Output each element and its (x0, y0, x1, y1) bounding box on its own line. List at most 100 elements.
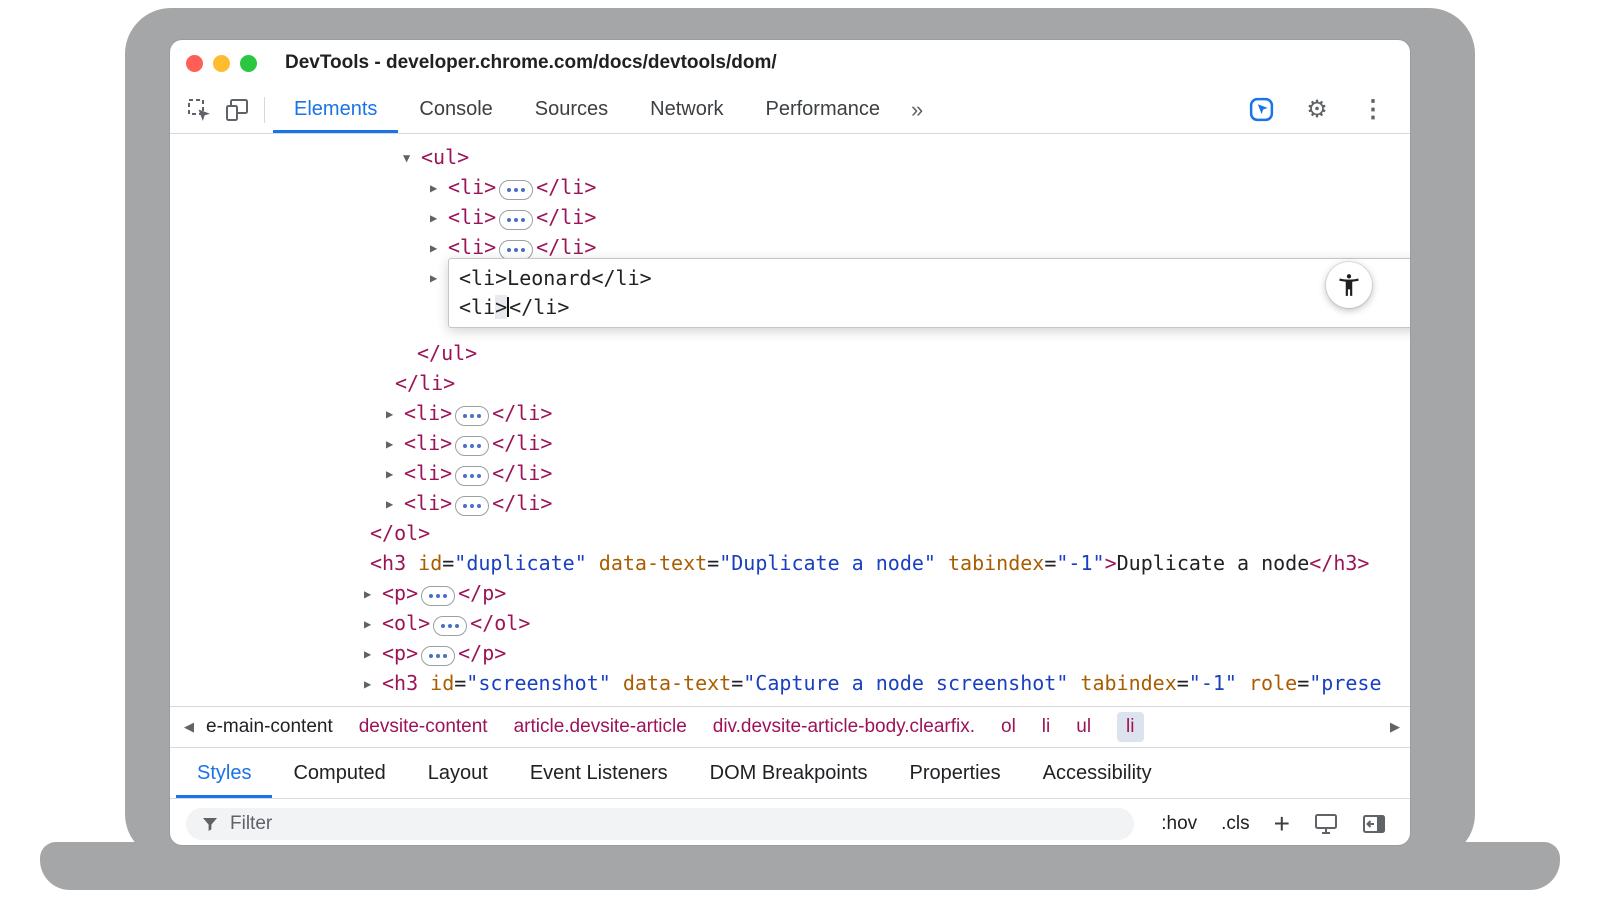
screen-icon[interactable] (1314, 813, 1338, 835)
expand-arrow-icon[interactable]: ▶ (430, 263, 448, 293)
filter-input[interactable]: Filter (186, 808, 1134, 840)
toggle-cls[interactable]: .cls (1221, 813, 1250, 835)
dom-tree-line[interactable]: ▶<h3 id="screenshot" data-text="Capture … (170, 668, 1410, 698)
dom-tree-line[interactable]: ▼<ul> (170, 142, 1410, 172)
expand-arrow-icon[interactable]: ▶ (430, 203, 448, 233)
dom-tree-line[interactable]: ▶<li></li> (170, 488, 1410, 518)
panel-tab-layout[interactable]: Layout (407, 748, 509, 798)
breadcrumb-scroll-right-icon[interactable]: ▶ (1390, 719, 1400, 735)
breadcrumb-item[interactable]: article.devsite-article (514, 716, 687, 738)
expand-arrow-icon[interactable]: ▶ (430, 173, 448, 203)
close-button[interactable] (186, 55, 203, 72)
breadcrumb-item[interactable]: div.devsite-article-body.clearfix. (713, 716, 975, 738)
inline-expand-button[interactable] (433, 616, 467, 636)
code-token: <ul> (421, 145, 469, 169)
inline-expand-button[interactable] (455, 406, 489, 426)
expand-arrow-icon[interactable]: ▶ (386, 459, 404, 489)
toggle-sidebar-icon[interactable] (1362, 813, 1386, 835)
maximize-button[interactable] (240, 55, 257, 72)
breadcrumb-item[interactable]: li (1117, 712, 1143, 742)
cursor-square-icon[interactable] (1246, 95, 1276, 125)
breadcrumb-item[interactable]: ol (1001, 716, 1016, 738)
expand-arrow-icon[interactable]: ▶ (430, 233, 448, 263)
dom-tree-line[interactable]: ▶<li></li> (170, 172, 1410, 202)
code-token: = (1177, 671, 1189, 695)
new-style-rule-button[interactable]: + (1274, 810, 1290, 838)
toolbar-tabs: ElementsConsoleSourcesNetworkPerformance (273, 86, 901, 133)
inline-expand-button[interactable] (421, 646, 455, 666)
code-token: <li> (395, 134, 443, 139)
inline-edit-box[interactable]: <li>Leonard</li><li></li> (448, 258, 1410, 328)
expand-arrow-icon[interactable]: ▶ (364, 579, 382, 609)
device-toolbar-icon[interactable] (222, 95, 252, 125)
dom-tree-line[interactable]: ▼<li> (170, 134, 1410, 142)
more-tabs-button[interactable]: » (901, 97, 933, 123)
tab-sources[interactable]: Sources (514, 86, 629, 133)
accessibility-person-icon (1336, 272, 1362, 298)
inline-expand-button[interactable] (499, 180, 533, 200)
collapse-arrow-icon[interactable]: ▼ (377, 134, 395, 143)
code-token: </ol> (470, 611, 530, 635)
inline-expand-button[interactable] (421, 586, 455, 606)
dom-tree-line[interactable]: </ol> (170, 518, 1410, 548)
breadcrumb-item[interactable]: e-main-content (206, 716, 333, 738)
panel-tab-properties[interactable]: Properties (889, 748, 1022, 798)
inline-expand-button[interactable] (455, 496, 489, 516)
tab-console[interactable]: Console (398, 86, 513, 133)
code-token: </li> (492, 491, 552, 515)
expand-arrow-icon[interactable]: ▶ (386, 429, 404, 459)
toggle-hov[interactable]: :hov (1161, 813, 1197, 835)
panel-tab-styles[interactable]: Styles (176, 748, 272, 798)
tab-network[interactable]: Network (629, 86, 744, 133)
tab-performance[interactable]: Performance (745, 86, 902, 133)
code-token: "screenshot" (466, 671, 611, 695)
inline-expand-button[interactable] (499, 240, 533, 260)
code-token: "Capture a node screenshot" (743, 671, 1068, 695)
panel-tab-event-listeners[interactable]: Event Listeners (509, 748, 689, 798)
breadcrumb-item[interactable]: ul (1076, 716, 1091, 738)
panel-tab-dom-breakpoints[interactable]: DOM Breakpoints (689, 748, 889, 798)
tab-elements[interactable]: Elements (273, 86, 398, 133)
dom-tree-line[interactable]: ▶<li></li> (170, 202, 1410, 232)
breadcrumb-scroll-left-icon[interactable]: ◀ (184, 719, 194, 735)
dom-tree-line[interactable]: </li> (170, 368, 1410, 398)
edit-line-2-open: <li (459, 295, 495, 319)
breadcrumb-item[interactable]: devsite-content (359, 716, 488, 738)
accessibility-button[interactable] (1326, 262, 1372, 308)
code-token: <li> (404, 431, 452, 455)
dom-tree-line[interactable]: ▶<p></p> (170, 578, 1410, 608)
inline-expand-button[interactable] (455, 466, 489, 486)
minimize-button[interactable] (213, 55, 230, 72)
dom-tree-line[interactable]: ▶<p></p> (170, 638, 1410, 668)
panel-tab-accessibility[interactable]: Accessibility (1022, 748, 1173, 798)
code-token: "-1" (1189, 671, 1237, 695)
breadcrumb-item[interactable]: li (1042, 716, 1050, 738)
dom-tree-line[interactable]: </ul> (170, 338, 1410, 368)
inline-expand-button[interactable] (455, 436, 489, 456)
inspect-element-icon[interactable] (184, 95, 214, 125)
inline-expand-button[interactable] (499, 210, 533, 230)
devtools-toolbar: ElementsConsoleSourcesNetworkPerformance… (170, 86, 1410, 134)
expand-arrow-icon[interactable]: ▶ (386, 489, 404, 519)
expand-arrow-icon[interactable]: ▶ (364, 609, 382, 639)
code-token: </li> (536, 235, 596, 259)
code-token: <p> (382, 641, 418, 665)
kebab-menu-icon[interactable]: ⋮ (1358, 95, 1388, 125)
code-token: </li> (492, 461, 552, 485)
dom-tree-line[interactable]: ▶<li></li> (170, 428, 1410, 458)
panel-tab-computed[interactable]: Computed (272, 748, 406, 798)
dom-tree-line[interactable]: ▶<li>Leonard</li><li></li> (170, 262, 1410, 338)
expand-arrow-icon[interactable]: ▶ (364, 669, 382, 699)
code-token: data-text (587, 551, 707, 575)
dom-tree-line[interactable]: ▶<li></li> (170, 458, 1410, 488)
expand-arrow-icon[interactable]: ▶ (386, 399, 404, 429)
styles-filter-bar: Filter :hov .cls + (170, 798, 1410, 845)
settings-gear-icon[interactable]: ⚙ (1302, 95, 1332, 125)
dom-tree-line[interactable]: <h3 id="duplicate" data-text="Duplicate … (170, 548, 1410, 578)
code-token: id (418, 671, 454, 695)
dom-tree-line[interactable]: ▶<li></li> (170, 398, 1410, 428)
collapse-arrow-icon[interactable]: ▼ (403, 143, 421, 173)
dom-tree-line[interactable]: ▶<ol></ol> (170, 608, 1410, 638)
expand-arrow-icon[interactable]: ▶ (364, 639, 382, 669)
code-token: data-text (611, 671, 731, 695)
